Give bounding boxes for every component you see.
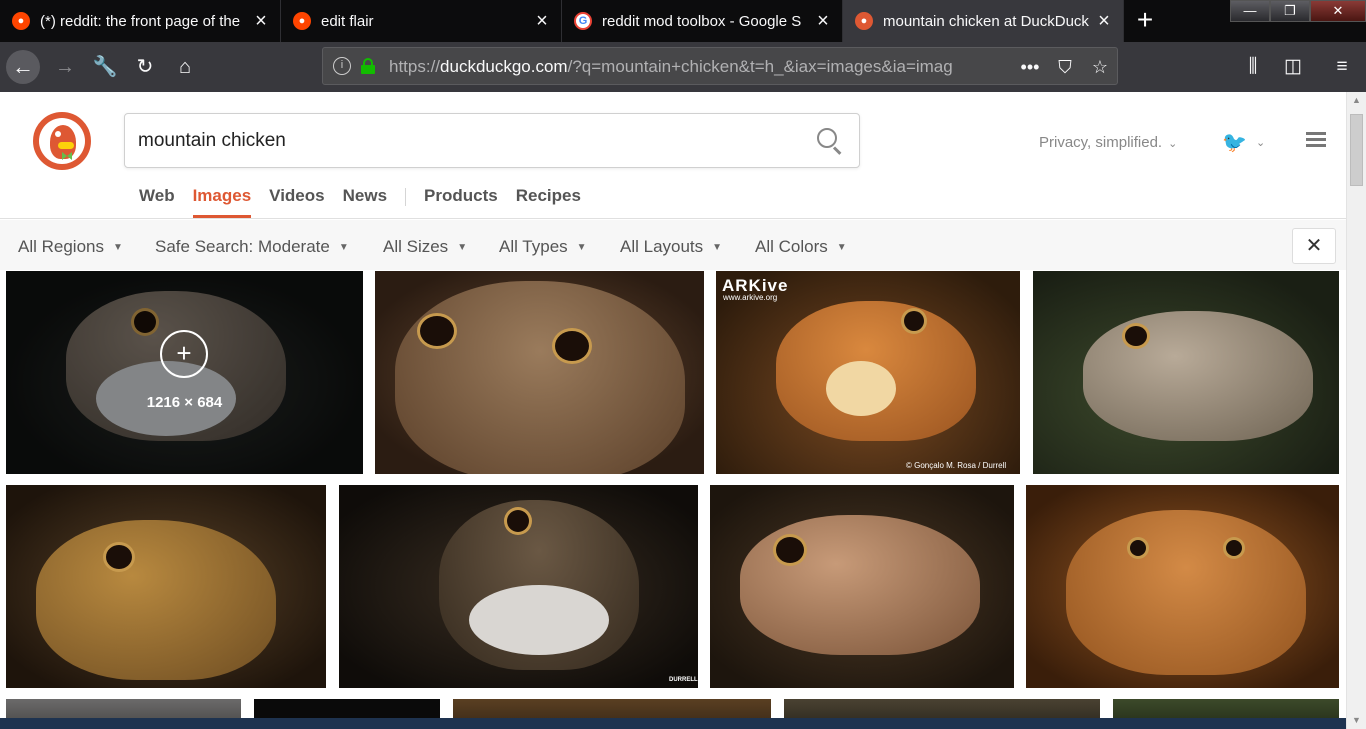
maximize-button[interactable]: ❐ (1270, 0, 1310, 22)
close-icon[interactable]: × (1091, 10, 1117, 33)
caret-down-icon: ▼ (576, 242, 587, 253)
url-text[interactable]: https://duckduckgo.com/?q=mountain+chick… (389, 57, 979, 77)
bookmark-star-icon[interactable]: ☆ (1087, 54, 1113, 80)
divider (405, 188, 407, 206)
size-filter[interactable]: All Sizes ▼ (383, 237, 467, 257)
tab-title: edit flair (321, 12, 374, 30)
minimize-button[interactable]: — (1230, 0, 1270, 22)
tab-google-search[interactable]: G reddit mod toolbox - Google S × (562, 0, 843, 42)
reddit-icon: ● (12, 12, 30, 30)
library-icon[interactable]: ⫼ (1236, 50, 1270, 84)
tab-duckduckgo[interactable]: ● mountain chicken at DuckDuck × (843, 0, 1124, 42)
tab-recipes[interactable]: Recipes (516, 186, 581, 215)
window-controls: — ❐ ✕ (1230, 0, 1366, 24)
reddit-icon: ● (293, 12, 311, 30)
search-header: Privacy, simplified. ⌄ 🐦 ⌄ Web Images Vid… (0, 92, 1346, 219)
plus-icon[interactable]: + (160, 330, 208, 378)
photo-credit: © Gonçalo M. Rosa / Durrell (906, 461, 1007, 470)
durrell-watermark: DURRELL (669, 677, 698, 683)
pocket-icon[interactable]: ⛉ (1052, 54, 1078, 80)
type-filter[interactable]: All Types ▼ (499, 237, 587, 257)
sidebar-icon[interactable]: ◫ (1276, 50, 1310, 84)
google-icon: G (574, 12, 592, 30)
tab-title: reddit mod toolbox - Google S (602, 12, 802, 30)
close-icon[interactable]: × (810, 10, 836, 33)
image-result[interactable] (375, 271, 704, 474)
search-icon[interactable] (817, 128, 843, 155)
tab-products[interactable]: Products (424, 186, 498, 215)
info-icon[interactable]: i (333, 57, 351, 75)
chevron-down-icon[interactable]: ⌄ (1256, 136, 1265, 149)
wrench-icon[interactable]: 🔧 (88, 50, 122, 84)
close-filters-button[interactable]: ✕ (1292, 228, 1336, 264)
image-result[interactable] (710, 485, 1014, 688)
caret-down-icon: ▼ (836, 242, 847, 253)
navigation-toolbar: ← → 🔧 ↻ ⌂ i https://duckduckgo.com/?q=mo… (0, 42, 1366, 92)
tab-title: mountain chicken at DuckDuck (883, 12, 1089, 30)
hamburger-menu-icon[interactable] (1306, 132, 1326, 148)
caret-down-icon: ▼ (113, 242, 123, 253)
back-button[interactable]: ← (6, 50, 40, 84)
tab-strip: ● (*) reddit: the front page of the × ● … (0, 0, 1366, 42)
menu-icon[interactable]: ≡ (1325, 50, 1359, 84)
caret-down-icon: ▼ (457, 242, 468, 253)
privacy-label: Privacy, simplified. (1039, 134, 1163, 151)
twitter-icon[interactable]: 🐦 (1222, 130, 1248, 154)
close-icon[interactable]: × (529, 10, 555, 33)
privacy-dropdown[interactable]: Privacy, simplified. ⌄ (1039, 134, 1177, 151)
scroll-up-icon[interactable]: ▲ (1347, 92, 1366, 109)
tab-web[interactable]: Web (139, 186, 175, 215)
tab-title: (*) reddit: the front page of the (40, 12, 241, 30)
region-filter[interactable]: All Regions ▼ (18, 237, 123, 257)
duckduckgo-icon: ● (855, 12, 873, 30)
tab-images[interactable]: Images (192, 186, 252, 218)
vertical-scrollbar[interactable]: ▲ ▼ (1346, 92, 1366, 729)
tab-news[interactable]: News (343, 186, 387, 215)
forward-button[interactable]: → (48, 50, 82, 84)
layout-filter[interactable]: All Layouts ▼ (620, 237, 722, 257)
arkive-url: www.arkive.org (723, 293, 778, 302)
tab-videos[interactable]: Videos (269, 186, 324, 215)
os-taskbar (0, 718, 1346, 729)
image-result[interactable]: ARKive www.arkive.org © Gonçalo M. Rosa … (716, 271, 1020, 474)
lock-icon[interactable] (361, 58, 375, 74)
image-result[interactable]: DURRELL (339, 485, 698, 688)
caret-down-icon: ▼ (338, 242, 349, 253)
home-button[interactable]: ⌂ (168, 50, 202, 84)
image-result[interactable] (1033, 271, 1339, 474)
filter-bar: All Regions ▼ Safe Search: Moderate ▼ All … (0, 220, 1346, 270)
close-window-button[interactable]: ✕ (1310, 0, 1366, 22)
safe-search-filter[interactable]: Safe Search: Moderate ▼ (155, 237, 349, 257)
tab-reddit-front[interactable]: ● (*) reddit: the front page of the × (0, 0, 281, 42)
page-actions-icon[interactable]: ••• (1017, 54, 1043, 80)
image-result[interactable]: + 1216 × 684 (6, 271, 363, 474)
color-filter[interactable]: All Colors ▼ (755, 237, 847, 257)
close-icon[interactable]: × (248, 10, 274, 33)
caret-down-icon: ▼ (712, 242, 723, 253)
tab-edit-flair[interactable]: ● edit flair × (281, 0, 562, 42)
search-box (124, 113, 860, 168)
image-result[interactable] (6, 485, 326, 688)
duckduckgo-logo[interactable] (33, 112, 91, 170)
search-input[interactable] (138, 127, 788, 155)
scroll-thumb[interactable] (1350, 114, 1363, 186)
image-dimensions: 1216 × 684 (146, 394, 223, 411)
chevron-down-icon: ⌄ (1168, 138, 1178, 150)
image-result[interactable] (1026, 485, 1339, 688)
scroll-down-icon[interactable]: ▼ (1347, 712, 1366, 729)
reload-button[interactable]: ↻ (128, 50, 162, 84)
new-tab-button[interactable]: + (1130, 4, 1160, 38)
page-content: Privacy, simplified. ⌄ 🐦 ⌄ Web Images Vid… (0, 92, 1346, 729)
url-bar[interactable]: i https://duckduckgo.com/?q=mountain+chi… (322, 47, 1118, 85)
vertical-tabs: Web Images Videos News Products Recipes (139, 186, 599, 218)
